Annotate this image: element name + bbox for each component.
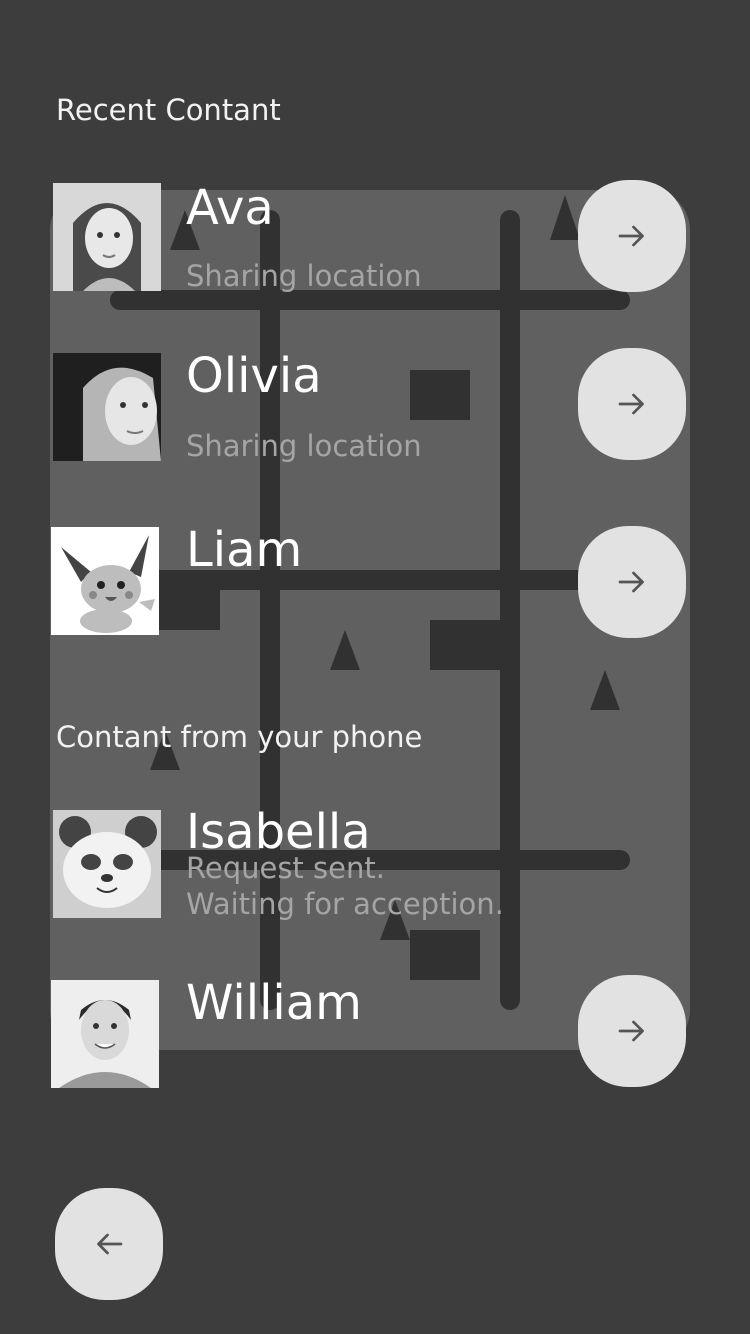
arrow-right-icon [618,1020,644,1042]
back-button[interactable] [55,1188,163,1300]
open-contact-button[interactable] [578,348,686,460]
open-contact-button[interactable] [578,526,686,638]
arrow-right-icon [618,393,644,415]
panda-icon [53,810,161,918]
contact-name: Olivia [186,348,322,404]
contact-status-line2: Waiting for acception. [186,887,504,921]
recent-contacts-heading: Recent Contant [56,93,281,127]
contact-name: Ava [186,180,274,236]
pikachu-icon [51,527,159,635]
avatar [51,980,159,1088]
avatar [53,810,161,918]
arrow-right-icon [618,225,644,247]
avatar [51,527,159,635]
open-contact-button[interactable] [578,180,686,292]
open-contact-button[interactable] [578,975,686,1087]
contact-name: Isabella [186,804,371,860]
avatar [53,183,161,291]
contact-status: Sharing location [186,259,422,293]
contact-status-line1: Request sent. [186,851,385,885]
girl-portrait-icon [53,183,161,291]
contact-name: William [186,975,362,1031]
man-portrait-icon [51,980,159,1088]
contact-name: Liam [186,522,303,578]
contact-status: Sharing location [186,429,422,463]
avatar [53,353,161,461]
arrow-right-icon [618,571,644,593]
arrow-left-icon [97,1233,123,1255]
phone-contacts-heading: Contant from your phone [56,720,423,754]
woman-portrait-icon [53,353,161,461]
